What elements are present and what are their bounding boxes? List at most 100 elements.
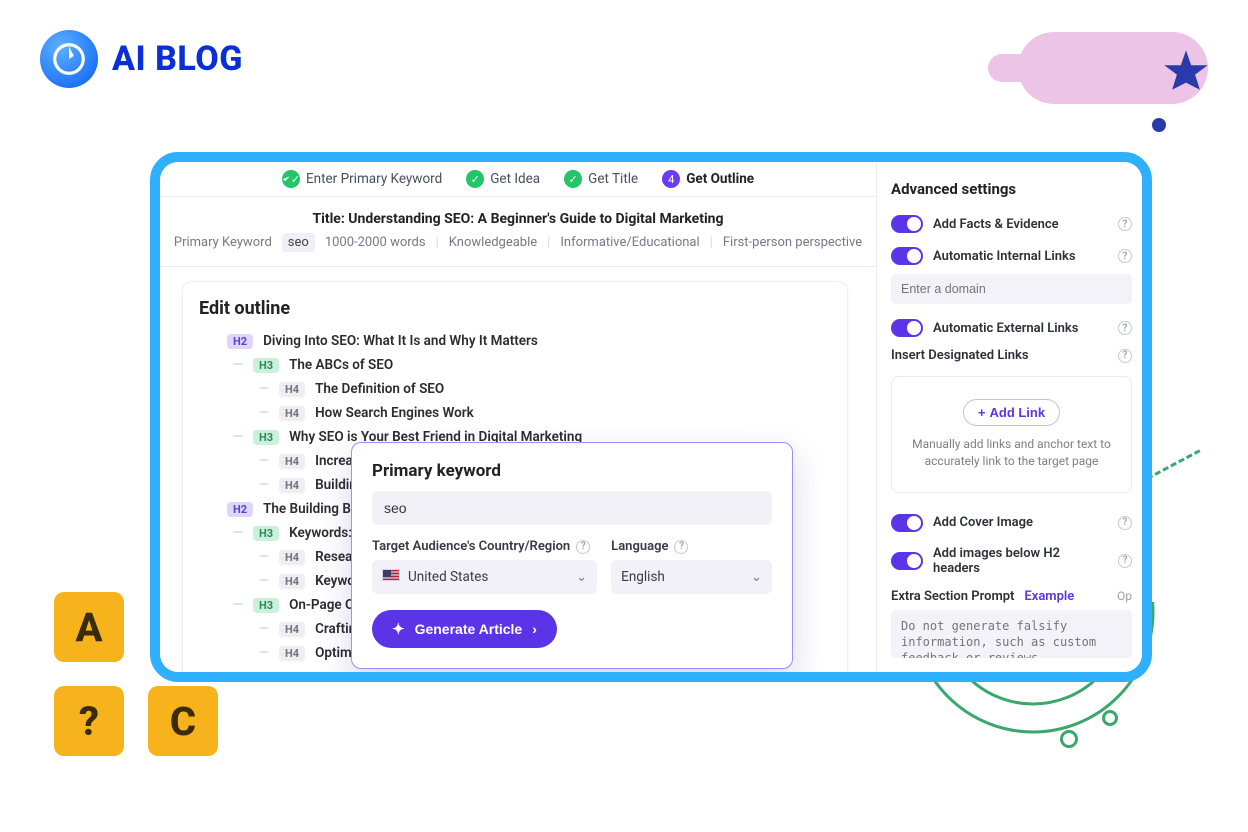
step-enter-keyword[interactable]: ✓ Enter Primary Keyword xyxy=(282,170,442,188)
outline-item[interactable]: —H2Diving Into SEO: What It Is and Why I… xyxy=(199,329,831,353)
tree-line-icon: — xyxy=(251,621,269,637)
toggle-cover-row: Add Cover Image ? xyxy=(891,507,1132,539)
tree-line-icon: — xyxy=(251,645,269,661)
country-label: Target Audience's Country/Region xyxy=(372,539,570,554)
article-meta: Primary Keyword seo 1000-2000 words | Kn… xyxy=(160,233,876,267)
meta-primary-label: Primary Keyword xyxy=(174,235,272,250)
toggle-facts[interactable] xyxy=(891,215,923,233)
domain-input[interactable] xyxy=(891,274,1132,304)
step-get-title[interactable]: ✓ Get Title xyxy=(564,170,638,188)
outline-item[interactable]: — H4 The Definition of SEO xyxy=(199,377,831,401)
heading-tag: H4 xyxy=(279,646,305,661)
tree-line-icon: — xyxy=(251,381,269,397)
toggle-internal-links[interactable] xyxy=(891,247,923,265)
heading-tag: H4 xyxy=(279,454,305,469)
heading-tag: H4 xyxy=(279,382,305,397)
example-link[interactable]: Example xyxy=(1024,589,1074,604)
help-icon[interactable]: ? xyxy=(674,540,688,554)
brand-logo-icon xyxy=(40,30,98,88)
extra-prompt-row: Extra Section Prompt Example Op xyxy=(891,589,1132,604)
check-icon: ✓ xyxy=(282,170,300,188)
tree-line-icon: — xyxy=(225,429,243,445)
decoration-dot xyxy=(1152,118,1166,132)
toggle-h2-images[interactable] xyxy=(891,552,923,570)
toggle-internal-row: Automatic Internal Links ? xyxy=(891,240,1132,272)
article-title: Title: Understanding SEO: A Beginner's G… xyxy=(160,197,876,233)
decoration-star-icon xyxy=(1160,46,1212,98)
main-panel: ✓ Enter Primary Keyword ✓ Get Idea ✓ Get… xyxy=(160,162,876,672)
step-number-icon: 4 xyxy=(662,170,680,188)
chevron-down-icon: ⌄ xyxy=(576,569,587,585)
step-get-outline[interactable]: 4 Get Outline xyxy=(662,170,754,188)
tile-c: C xyxy=(148,686,218,756)
keyword-input[interactable] xyxy=(372,491,772,525)
decoration-ring-outer xyxy=(1060,730,1078,748)
tree-line-icon: — xyxy=(251,549,269,565)
toggle-cover-image[interactable] xyxy=(891,514,923,532)
insert-links-label: Insert Designated Links ? xyxy=(891,344,1132,370)
help-icon[interactable]: ? xyxy=(1118,217,1132,231)
heading-tag: H3 xyxy=(253,358,279,373)
help-icon[interactable]: ? xyxy=(1118,249,1132,263)
outline-item-text: The ABCs of SEO xyxy=(289,357,393,373)
primary-keyword-popover: Primary keyword Target Audience's Countr… xyxy=(351,442,793,669)
heading-tag: H4 xyxy=(279,406,305,421)
language-select[interactable]: English ⌄ xyxy=(611,560,772,594)
optional-label: Op xyxy=(1117,589,1132,603)
tile-a: A xyxy=(54,592,124,662)
chevron-down-icon: ⌄ xyxy=(751,569,762,585)
help-icon[interactable]: ? xyxy=(1118,321,1132,335)
tree-line-icon: — xyxy=(251,477,269,493)
heading-tag: H3 xyxy=(253,526,279,541)
tree-line-icon: — xyxy=(251,453,269,469)
generate-article-button[interactable]: ✦ Generate Article › xyxy=(372,610,557,648)
toggle-external-links[interactable] xyxy=(891,319,923,337)
heading-tag: H2 xyxy=(227,334,253,349)
help-icon[interactable]: ? xyxy=(1118,516,1132,530)
outline-item-text: The Definition of SEO xyxy=(315,381,444,397)
toggle-facts-row: Add Facts & Evidence ? xyxy=(891,208,1132,240)
chevron-right-icon: › xyxy=(532,621,537,637)
outline-item-text: Diving Into SEO: What It Is and Why It M… xyxy=(263,333,538,349)
us-flag-icon xyxy=(382,569,400,581)
tree-line-icon: — xyxy=(251,573,269,589)
add-link-button[interactable]: + Add Link xyxy=(963,399,1060,426)
meta-perspective[interactable]: First-person perspective xyxy=(723,235,862,250)
meta-length[interactable]: 1000-2000 words xyxy=(325,235,426,250)
extra-prompt-input[interactable] xyxy=(891,610,1132,658)
sparkle-icon: ✦ xyxy=(392,620,405,638)
tree-line-icon: — xyxy=(225,357,243,373)
heading-tag: H4 xyxy=(279,574,305,589)
outline-heading: Edit outline xyxy=(199,298,831,319)
tree-line-icon: — xyxy=(251,405,269,421)
help-icon[interactable]: ? xyxy=(1118,349,1132,363)
language-label: Language xyxy=(611,539,668,554)
steps-bar: ✓ Enter Primary Keyword ✓ Get Idea ✓ Get… xyxy=(160,162,876,197)
links-hint: Manually add links and anchor text to ac… xyxy=(902,436,1121,470)
check-icon: ✓ xyxy=(564,170,582,188)
country-select[interactable]: United States ⌄ xyxy=(372,560,597,594)
designated-links-box: + Add Link Manually add links and anchor… xyxy=(891,376,1132,493)
heading-tag: H3 xyxy=(253,430,279,445)
plus-icon: + xyxy=(978,405,986,420)
heading-tag: H4 xyxy=(279,478,305,493)
tree-line-icon: — xyxy=(225,597,243,613)
popover-title: Primary keyword xyxy=(372,461,772,481)
meta-tone[interactable]: Informative/Educational xyxy=(560,235,699,250)
step-get-idea[interactable]: ✓ Get Idea xyxy=(466,170,540,188)
meta-expertise[interactable]: Knowledgeable xyxy=(449,235,537,250)
help-icon[interactable]: ? xyxy=(1118,554,1132,568)
meta-keyword[interactable]: seo xyxy=(282,233,315,252)
heading-tag: H4 xyxy=(279,622,305,637)
decoration-ring-small xyxy=(1102,710,1118,726)
tree-line-icon: — xyxy=(225,525,243,541)
brand-text: AI BLOG xyxy=(112,39,243,79)
outline-item[interactable]: — H3 The ABCs of SEO xyxy=(199,353,831,377)
outline-item[interactable]: —H4How Search Engines Work xyxy=(199,401,831,425)
tile-question: ? xyxy=(54,686,124,756)
help-icon[interactable]: ? xyxy=(576,540,590,554)
brand: AI BLOG xyxy=(40,30,243,88)
advanced-settings-sidebar: Advanced settings Add Facts & Evidence ?… xyxy=(876,162,1142,672)
sidebar-heading: Advanced settings xyxy=(891,180,1132,198)
app-frame: ✓ Enter Primary Keyword ✓ Get Idea ✓ Get… xyxy=(150,152,1152,682)
